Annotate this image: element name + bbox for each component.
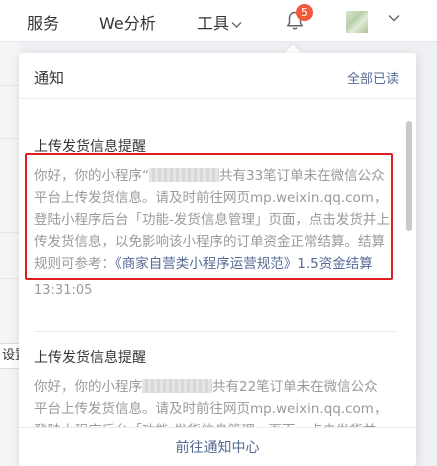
panel-header: 通知 全部已读 [19, 53, 416, 99]
divider [0, 232, 20, 233]
nav-services[interactable]: 服务 [27, 10, 59, 34]
body-text: 你好，你的小程序“ [34, 168, 149, 184]
background-page: 设置 [0, 42, 20, 466]
notification-item[interactable]: 上传发货信息提醒 你好，你的小程序 共有22笔订单未在微信公众平台上传发货信息。请… [34, 348, 396, 427]
divider [0, 138, 20, 139]
notification-count-badge: 5 [296, 4, 313, 21]
panel-footer: 前往通知中心 [19, 427, 416, 466]
divider [34, 331, 396, 332]
nav-we-analysis[interactable]: We分析 [99, 10, 156, 34]
panel-title: 通知 [34, 69, 65, 87]
notification-time: 13:31:05 [34, 283, 93, 298]
body-text: 你好，你的小程序 [34, 379, 142, 395]
top-nav-bar: 服务 We分析 工具 5 [0, 0, 437, 42]
settings-tab-partial[interactable]: 设置 [0, 343, 20, 369]
nav-tools[interactable]: 工具 [197, 10, 242, 34]
go-to-notification-center-link[interactable]: 前往通知中心 [176, 440, 260, 456]
chevron-down-icon [231, 21, 242, 28]
mark-all-read-link[interactable]: 全部已读 [347, 68, 399, 87]
notification-title: 上传发货信息提醒 [34, 350, 146, 366]
notification-item[interactable]: 上传发货信息提醒 你好，你的小程序“ 共有33笔订单未在微信公众平台上传发货信息。… [34, 137, 396, 298]
divider [0, 278, 20, 279]
redacted-app-name [149, 168, 219, 182]
notification-panel: 通知 全部已读 上传发货信息提醒 你好，你的小程序“ 共有33笔订单未在微信公众平… [19, 53, 416, 466]
notification-body: 你好，你的小程序 共有22笔订单未在微信公众平台上传发货信息。请及时前往网页mp.… [34, 376, 390, 427]
scrollbar-thumb[interactable] [406, 121, 412, 231]
nav-tools-label: 工具 [197, 14, 230, 33]
operation-rules-link[interactable]: 《商家自营类小程序运营规范》1.5资金结算 [115, 256, 373, 272]
notification-title: 上传发货信息提醒 [34, 139, 146, 155]
chevron-down-icon[interactable] [388, 14, 400, 23]
divider [0, 85, 20, 86]
avatar[interactable] [346, 11, 368, 33]
redacted-app-name [142, 379, 212, 393]
notification-body: 你好，你的小程序“ 共有33笔订单未在微信公众平台上传发货信息。请及时前往网页mp… [34, 165, 390, 275]
notification-list[interactable]: 上传发货信息提醒 你好，你的小程序“ 共有33笔订单未在微信公众平台上传发货信息。… [19, 100, 416, 427]
